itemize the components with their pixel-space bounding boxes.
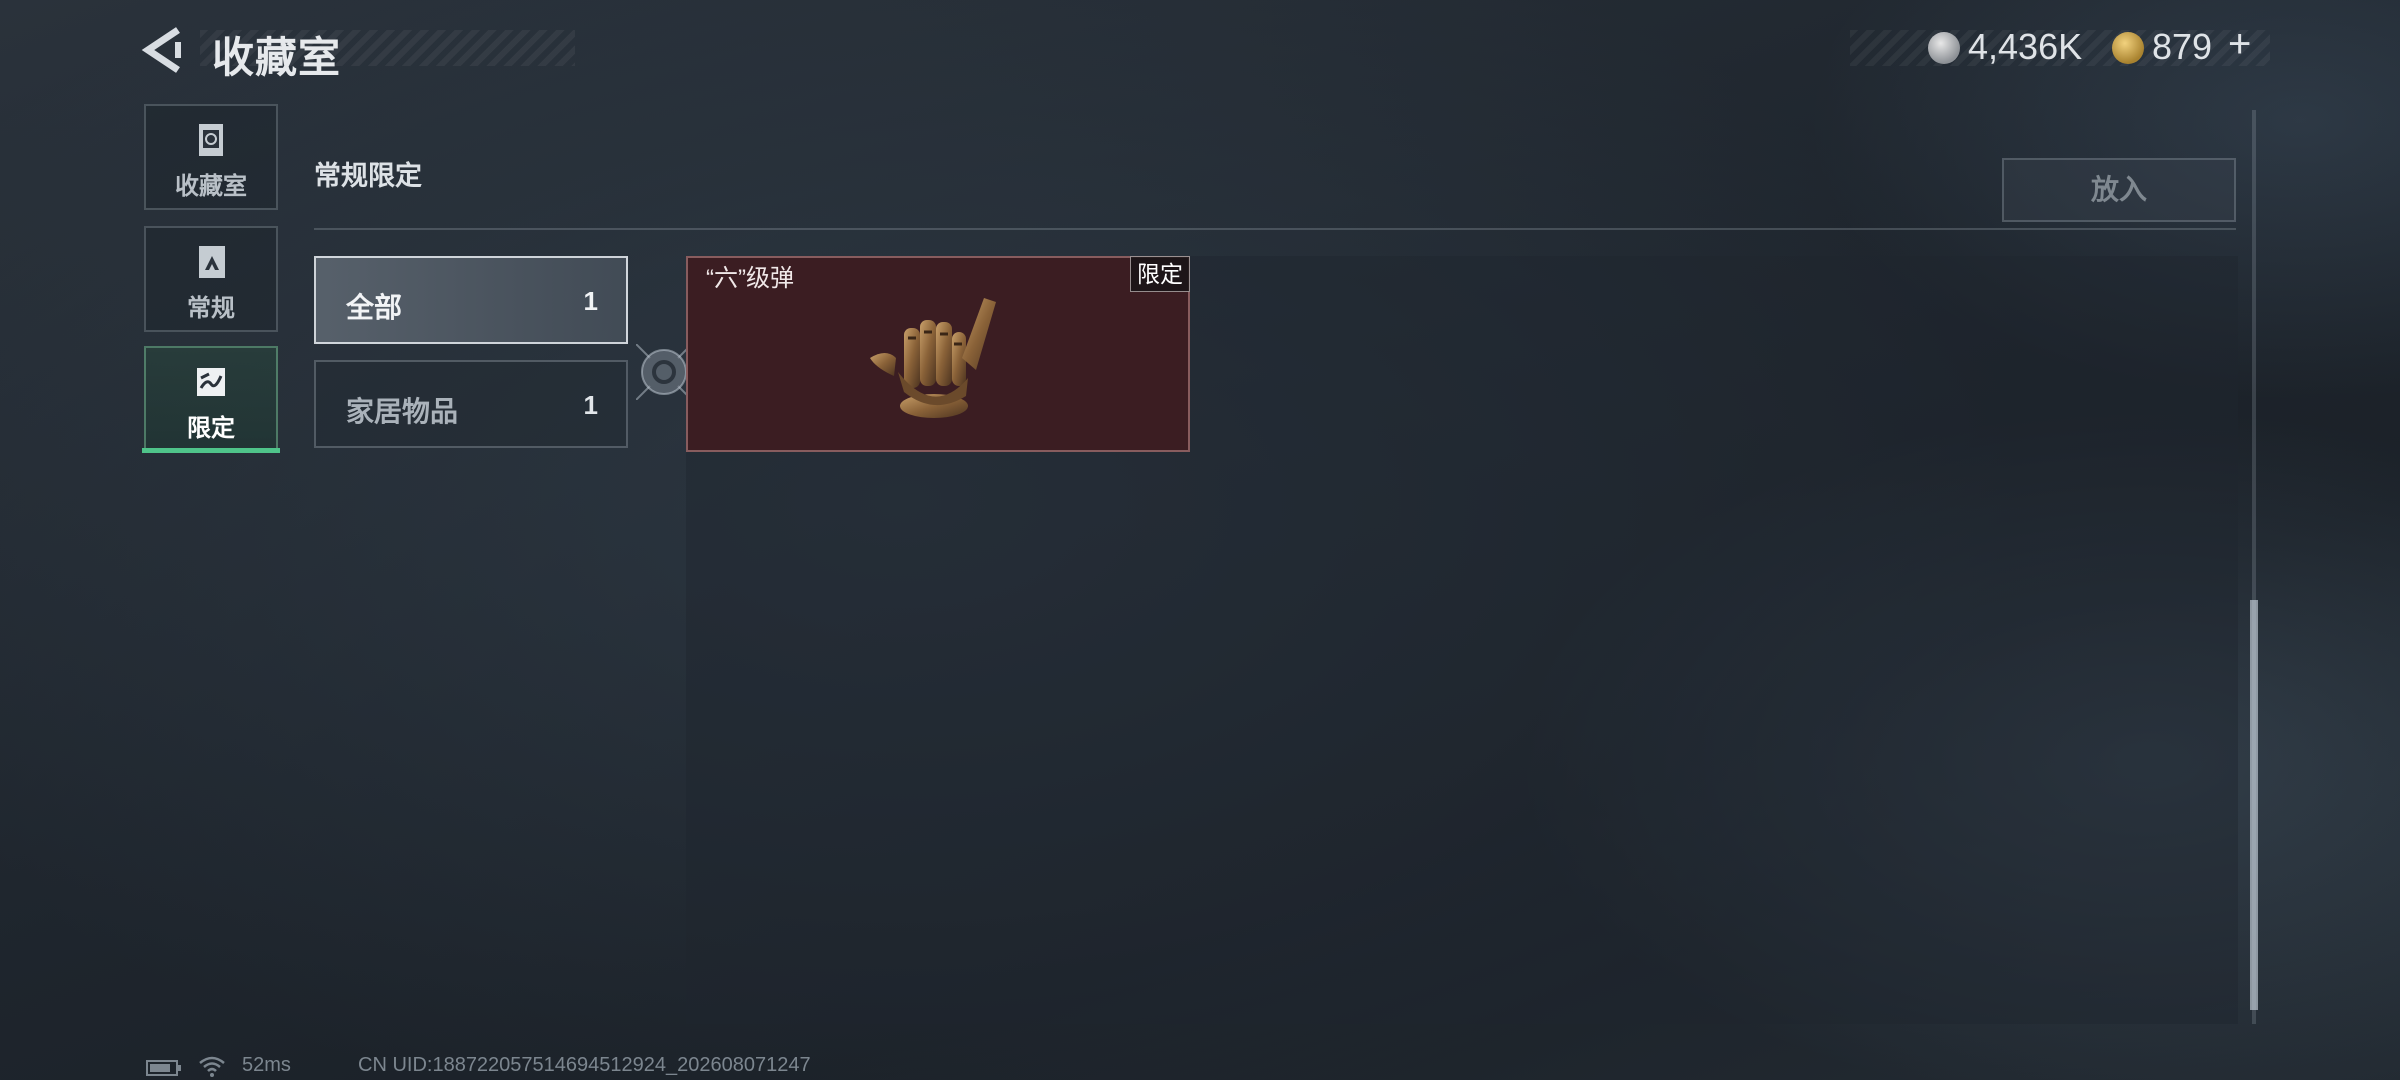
tab-regular-label: 常规 [187,295,235,322]
section-divider [314,228,2236,230]
filter-all-count: 1 [583,286,598,316]
tab-regular[interactable]: 常规 [144,226,278,332]
tab-limited-label: 限定 [187,415,235,442]
section-title: 常规限定 [314,161,422,191]
limited-badge: 限定 [1130,256,1190,292]
tab-limited[interactable]: 限定 [144,346,278,452]
silver-currency-value: 4,436K [1968,26,2083,67]
scrollbar-thumb[interactable] [2250,600,2258,1010]
filter-home-items-count: 1 [583,390,598,420]
page-title: 收藏室 [212,34,342,81]
wifi-icon [199,1056,225,1077]
filter-all-label: 全部 [346,292,403,323]
tab-collection-room[interactable]: 收藏室 [144,104,278,210]
hand-sculpture-icon [870,298,996,418]
limited-icon [197,368,225,396]
back-arrow-icon [141,27,181,73]
tab-collection-room-label: 收藏室 [175,173,247,200]
back-button[interactable] [140,24,192,76]
place-button[interactable]: 放入 [2002,158,2236,222]
selected-tab-indicator [142,448,280,453]
item-name: “六”级弹 [706,265,794,292]
collection-room-icon [199,124,223,156]
gold-coin-icon [2112,32,2144,64]
add-currency-button[interactable]: + [2228,22,2251,67]
regular-icon [199,246,225,278]
user-uid: CN UID:18872205751469451292​4_2026080712… [358,1054,811,1076]
silver-coin-icon [1928,32,1960,64]
selection-connector-icon [636,344,692,400]
gold-currency-value: 879 [2152,26,2213,67]
ping-value: 52ms [242,1054,291,1076]
filter-home-items-label: 家居物品 [346,396,459,427]
battery-icon [146,1060,181,1076]
filter-all[interactable]: 全部 1 [314,256,628,344]
filter-home-items[interactable]: 家居物品 1 [314,360,628,448]
